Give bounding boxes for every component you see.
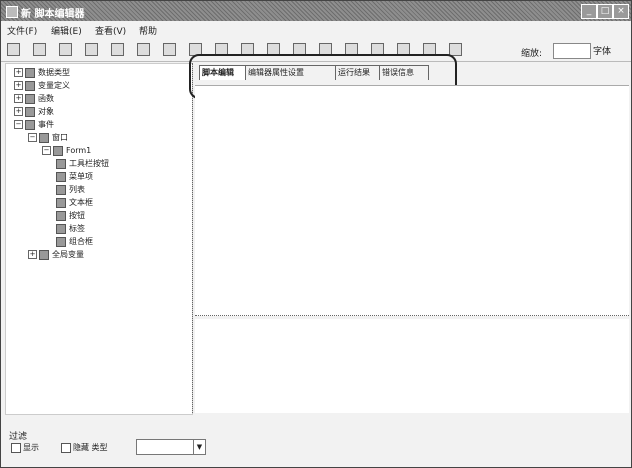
title-bar: 新 脚本编辑器 _ □ ×: [1, 1, 631, 21]
show-checkbox[interactable]: [11, 443, 21, 453]
tree-item-label: 工具栏按钮: [69, 159, 109, 168]
tree-item[interactable]: + 全局变量: [28, 249, 84, 260]
tree-item-label: 全局变量: [52, 250, 84, 259]
tree-item-label: 事件: [38, 120, 54, 129]
horizontal-splitter[interactable]: [195, 315, 629, 316]
tree-item[interactable]: 按钮: [56, 210, 85, 221]
save-icon[interactable]: [59, 43, 72, 56]
tree-item[interactable]: − 事件: [14, 119, 54, 130]
node-icon: [56, 158, 66, 169]
vertical-splitter[interactable]: [192, 63, 193, 413]
collapse-icon[interactable]: −: [42, 146, 51, 155]
node-icon: [56, 223, 66, 234]
node-icon: [25, 80, 35, 91]
node-icon: [56, 210, 66, 221]
tree-item-label: 按钮: [69, 211, 85, 220]
main-window: 新 脚本编辑器 _ □ × 文件(F) 编辑(E) 查看(V) 帮助 缩放: 字…: [0, 0, 632, 468]
node-icon: [25, 93, 35, 104]
font-button[interactable]: 字体: [593, 44, 611, 57]
node-icon: [25, 106, 35, 117]
tree-item-label: 对象: [38, 107, 54, 116]
tree-item[interactable]: + 变量定义: [14, 80, 70, 91]
tree-item[interactable]: + 函数: [14, 93, 54, 104]
zoom-field[interactable]: [553, 43, 591, 59]
zoom-label: 缩放:: [521, 49, 543, 59]
hide-checkbox[interactable]: [61, 443, 71, 453]
editor-area[interactable]: [195, 85, 629, 316]
app-icon: [6, 6, 18, 18]
tree-item-label: 数据类型: [38, 68, 70, 77]
tree-item[interactable]: + 对象: [14, 106, 54, 117]
new-icon[interactable]: [7, 43, 20, 56]
node-icon: [25, 119, 35, 130]
tree-item[interactable]: 标签: [56, 223, 85, 234]
tree-item-label: 变量定义: [38, 81, 70, 90]
tree-item[interactable]: 列表: [56, 184, 85, 195]
menu-edit[interactable]: 编辑(E): [51, 24, 82, 37]
open-icon[interactable]: [33, 43, 46, 56]
paste-icon[interactable]: [137, 43, 150, 56]
hide-type-label: 隐藏 类型: [73, 443, 108, 452]
tree-item[interactable]: 组合框: [56, 236, 93, 247]
node-icon: [56, 184, 66, 195]
tree-item[interactable]: − Form1: [42, 145, 91, 156]
node-icon: [39, 249, 49, 260]
minimize-button[interactable]: _: [581, 4, 597, 19]
cut-icon[interactable]: [85, 43, 98, 56]
chevron-down-icon[interactable]: ▼: [193, 440, 205, 454]
tree-item-label: Form1: [66, 146, 92, 155]
expand-icon[interactable]: +: [14, 81, 23, 90]
undo-icon[interactable]: [163, 43, 176, 56]
expand-icon[interactable]: +: [28, 250, 37, 259]
menu-bar: 文件(F) 编辑(E) 查看(V) 帮助: [1, 22, 631, 38]
copy-icon[interactable]: [111, 43, 124, 56]
tree-item-label: 菜单项: [69, 172, 93, 181]
node-icon: [39, 132, 49, 143]
tree-item[interactable]: + 数据类型: [14, 67, 70, 78]
tree-item-label: 组合框: [69, 237, 93, 246]
node-icon: [56, 171, 66, 182]
node-icon: [56, 197, 66, 208]
tree-item-label: 函数: [38, 94, 54, 103]
tree-item-label: 标签: [69, 224, 85, 233]
tree-item[interactable]: − 窗口: [28, 132, 68, 143]
output-area[interactable]: [195, 319, 629, 413]
tree-item[interactable]: 文本框: [56, 197, 93, 208]
tree-item-label: 窗口: [52, 133, 68, 142]
type-select[interactable]: ▼: [136, 439, 206, 455]
expand-icon[interactable]: +: [14, 94, 23, 103]
collapse-icon[interactable]: −: [28, 133, 37, 142]
menu-view[interactable]: 查看(V): [95, 24, 126, 37]
close-button[interactable]: ×: [613, 4, 629, 19]
filter-label: 过滤: [9, 432, 28, 442]
node-icon: [56, 236, 66, 247]
show-label: 显示: [23, 443, 39, 452]
expand-icon[interactable]: +: [14, 107, 23, 116]
tree-item-label: 文本框: [69, 198, 93, 207]
tree-item[interactable]: 菜单项: [56, 171, 93, 182]
node-icon: [53, 145, 63, 156]
maximize-button[interactable]: □: [597, 4, 613, 19]
menu-help[interactable]: 帮助: [139, 24, 157, 37]
collapse-icon[interactable]: −: [14, 120, 23, 129]
window-title: 新 脚本编辑器: [21, 9, 85, 20]
expand-icon[interactable]: +: [14, 68, 23, 77]
menu-file[interactable]: 文件(F): [7, 24, 37, 37]
tree-item-label: 列表: [69, 185, 85, 194]
tree-item[interactable]: 工具栏按钮: [56, 158, 109, 169]
tree-panel: + 数据类型 + 变量定义 + 函数 + 对象 − 事件 − 窗口 − Form1 工具栏按钮 菜单项 列表 文本…: [5, 63, 193, 415]
node-icon: [25, 67, 35, 78]
